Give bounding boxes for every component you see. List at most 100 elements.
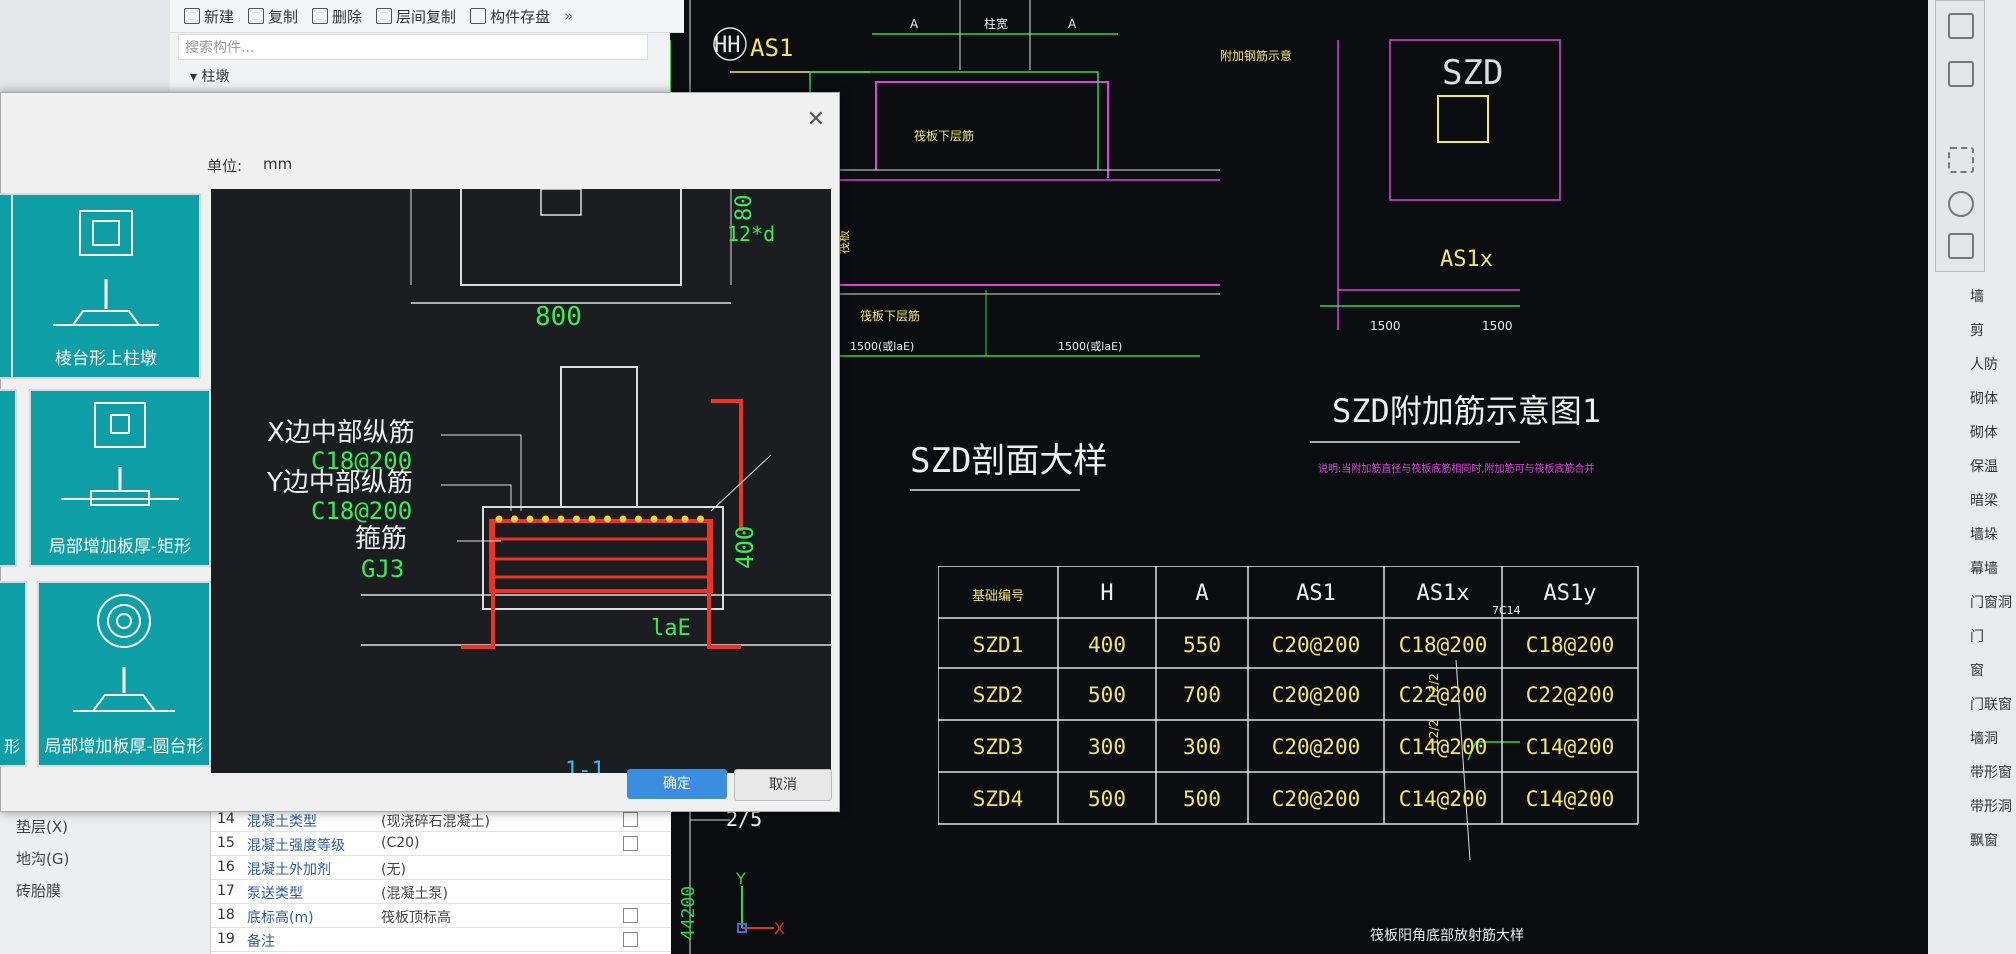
rebar-dot	[511, 515, 518, 523]
property-row[interactable]: 18 底标高(m) 筏板顶标高	[211, 904, 671, 928]
trash-icon	[312, 8, 329, 24]
property-num: 18	[217, 907, 235, 923]
component-list: 垫层(X) 地沟(G) 砖胎膜	[0, 800, 210, 954]
lae-label: laE	[651, 616, 691, 641]
y-rebar-value: C18@200	[311, 497, 412, 525]
right-tree-item[interactable]: 门	[1970, 626, 1984, 646]
right-tree-item[interactable]: 砌体	[1970, 388, 1998, 408]
property-checkbox[interactable]	[623, 908, 638, 923]
stirrup-label: 箍筋	[355, 524, 407, 554]
property-value[interactable]: (无)	[381, 859, 406, 879]
new-button[interactable]: 新建	[184, 6, 234, 27]
cancel-button[interactable]: 取消	[734, 769, 832, 801]
list-item-cushion[interactable]: 垫层(X)	[16, 816, 68, 837]
thumb-local-rect[interactable]: 局部增加板厚-矩形	[29, 389, 211, 567]
rebar-dot	[650, 515, 658, 523]
list-item-brick-mould[interactable]: 砖胎膜	[16, 880, 61, 901]
settings-icon[interactable]	[1948, 233, 1974, 259]
dim-80: 80	[732, 195, 757, 222]
right-tree-item[interactable]: 飘窗	[1970, 830, 1998, 850]
property-row[interactable]: 16 混凝土外加剂 (无)	[211, 856, 671, 880]
thumb-partial-mid[interactable]	[0, 389, 17, 567]
thumb-partial-label: 形	[3, 737, 20, 756]
floor-copy-button[interactable]: 层间复制	[376, 6, 456, 27]
right-tree-item[interactable]: 门窗洞	[1970, 592, 2012, 612]
property-checkbox[interactable]	[623, 932, 638, 947]
dim-400: 400	[731, 526, 759, 569]
right-tree-item[interactable]: 剪	[1970, 320, 1984, 340]
property-value[interactable]: (混凝土泵)	[381, 883, 448, 903]
close-icon[interactable]: ✕	[807, 107, 825, 132]
table-cell: SZD4	[973, 787, 1024, 811]
right-tree-item[interactable]: 带形洞	[1970, 796, 2012, 816]
table-cell: C18@200	[1399, 633, 1488, 657]
thumb-local-rect-label: 局部增加板厚-矩形	[48, 537, 192, 557]
table-cell: C14@200	[1399, 787, 1488, 811]
delete-label: 删除	[332, 7, 363, 26]
table-header: A	[1195, 581, 1208, 606]
rebar-dot	[495, 515, 503, 523]
right-tree-item[interactable]: 幕墙	[1970, 558, 1998, 578]
dim-a-left: A	[910, 17, 919, 31]
toolbar: 新建 复制 删除 层间复制 构件存盘 »	[170, 0, 684, 33]
table-header: AS1	[1296, 581, 1336, 606]
tree-node-column-pier[interactable]: ▾ 柱墩	[190, 66, 229, 86]
perspective-icon[interactable]	[1948, 61, 1974, 87]
right-tree-item[interactable]: 砌体	[1970, 422, 1998, 442]
extra-rebar-note: 附加钢筋示意	[1220, 48, 1292, 63]
more-chevron-icon[interactable]: »	[564, 7, 573, 25]
right-tree-item[interactable]: 墙垛	[1970, 524, 1998, 544]
property-row[interactable]: 17 泵送类型 (混凝土泵)	[211, 880, 671, 904]
delete-button[interactable]: 删除	[312, 6, 362, 27]
rebar-dot	[573, 515, 580, 523]
rebar-dot	[635, 515, 642, 523]
thumb-local-round[interactable]: 局部增加板厚-圆台形	[37, 581, 211, 767]
copy-button[interactable]: 复制	[248, 6, 298, 27]
right-tree-item[interactable]: 门联窗	[1970, 694, 2012, 714]
table-cell: C20@200	[1272, 683, 1361, 707]
property-value[interactable]: (现浇碎石混凝土)	[381, 811, 490, 831]
property-name: 混凝土强度等级	[247, 838, 345, 854]
property-num: 17	[217, 883, 235, 899]
view-toolbar[interactable]	[1935, 0, 1985, 272]
property-num: 14	[217, 811, 235, 827]
property-checkbox[interactable]	[623, 836, 638, 851]
right-tree-item[interactable]: 暗梁	[1970, 490, 1998, 510]
right-tree-item[interactable]: 墙洞	[1970, 728, 1998, 748]
table-cell: C14@200	[1399, 735, 1488, 759]
list-item-trench[interactable]: 地沟(G)	[16, 848, 69, 869]
component-dialog: ✕ 单位: mm 形 棱台形上柱墩 局部增加板厚-矩形 局部增加板厚-圆台形 8…	[0, 92, 840, 812]
table-header: H	[1100, 581, 1113, 606]
elevation-label: 44200	[678, 886, 699, 940]
property-row[interactable]: 15 混凝土强度等级 (C20)	[211, 832, 671, 856]
cube-view-icon[interactable]	[1948, 13, 1974, 39]
right-tree-item[interactable]: 人防	[1970, 354, 1998, 374]
right-tree-item[interactable]: 带形窗	[1970, 762, 2012, 782]
fullscreen-icon[interactable]	[1948, 147, 1974, 173]
right-tree-item[interactable]: 窗	[1970, 660, 1984, 680]
property-value[interactable]: (C20)	[381, 835, 420, 851]
property-row[interactable]: 19 备注	[211, 928, 671, 952]
thumb-partial-bottom[interactable]: 形	[0, 581, 27, 767]
thumb-frustum-pier[interactable]: 棱台形上柱墩	[11, 193, 201, 379]
search-input[interactable]: 搜索构件...	[178, 34, 648, 60]
save-component-button[interactable]: 构件存盘	[470, 6, 550, 27]
rebar-dot	[619, 515, 627, 523]
copy-icon	[248, 8, 265, 24]
properties-table: 14 混凝土类型 (现浇碎石混凝土) 15 混凝土强度等级 (C20) 16 混凝土…	[210, 808, 671, 954]
layer-icon[interactable]	[1948, 191, 1974, 217]
right-tree-item[interactable]: 墙	[1970, 286, 1984, 306]
property-checkbox[interactable]	[623, 812, 638, 827]
grid-hh-label: HH	[714, 33, 741, 58]
table-cell: C22@200	[1526, 683, 1615, 707]
right-tree-item[interactable]: 保温	[1970, 456, 1998, 476]
table-cell: SZD3	[973, 735, 1024, 759]
as1x-label: AS1x	[1440, 247, 1493, 272]
ok-button[interactable]: 确定	[627, 769, 727, 799]
property-name: 混凝土类型	[247, 814, 317, 830]
table-cell: 500	[1088, 683, 1126, 707]
table-cell: 300	[1183, 735, 1221, 759]
property-value[interactable]: 筏板顶标高	[381, 907, 451, 927]
table-cell: 300	[1088, 735, 1126, 759]
rebar-dot	[604, 515, 611, 523]
